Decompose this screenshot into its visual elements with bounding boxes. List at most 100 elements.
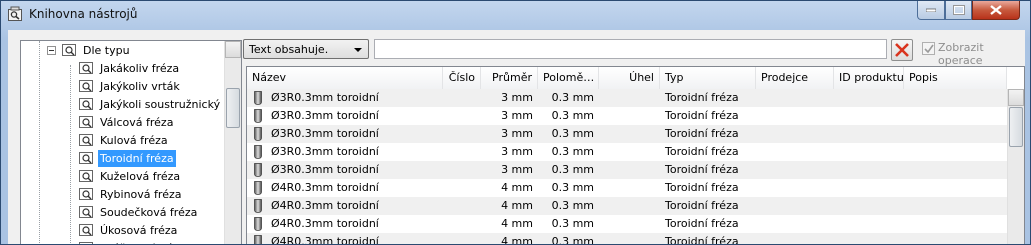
- cell-number: [443, 179, 481, 197]
- table-row[interactable]: Ø3R0.3mm toroidní 3 mm 0.3 mm Toroidní fréz…: [247, 143, 1007, 161]
- cell-diameter: 3 mm: [501, 91, 533, 104]
- column-header-angle[interactable]: Úhel: [599, 67, 660, 89]
- cell-product-id: [834, 143, 904, 161]
- column-header-diameter[interactable]: Průměr: [481, 67, 538, 89]
- filter-mode-dropdown[interactable]: Text obsahuje.: [243, 39, 369, 59]
- cell-radius: 0.3 mm: [551, 235, 594, 245]
- cell-type: Toroidní fréza: [665, 145, 739, 158]
- cell-radius: 0.3 mm: [551, 199, 594, 212]
- cell-diameter: 4 mm: [501, 235, 533, 245]
- cell-description: [904, 143, 1007, 161]
- tree-node-label: Jakýkoli soustružnický nás: [100, 98, 242, 111]
- tool-library-icon: [8, 6, 22, 21]
- cell-diameter: 4 mm: [501, 181, 533, 194]
- cell-diameter: 3 mm: [501, 163, 533, 176]
- scroll-up-button[interactable]: [225, 41, 241, 58]
- cell-description: [904, 107, 1007, 125]
- cell-angle: [599, 161, 660, 179]
- cell-name: Ø3R0.3mm toroidní: [271, 91, 379, 104]
- cell-vendor: [756, 233, 834, 244]
- cell-vendor: [756, 107, 834, 125]
- cell-radius: 0.3 mm: [551, 127, 594, 140]
- tree-guide-line: [39, 41, 40, 244]
- table-row[interactable]: Ø4R0.3mm toroidní 4 mm 0.3 mm Toroidní fréz…: [247, 233, 1007, 245]
- tree-node-label: Drážovací fréza: [98, 240, 188, 244]
- cell-radius: 0.3 mm: [551, 181, 594, 194]
- column-header-radius[interactable]: Polomě…: [538, 67, 599, 89]
- cell-vendor: [756, 197, 834, 215]
- tree-node-label: Dle typu: [83, 44, 130, 57]
- cell-type: Toroidní fréza: [665, 91, 739, 104]
- tree-node-label: Kulová fréza: [100, 134, 168, 147]
- cell-name: Ø3R0.3mm toroidní: [271, 163, 379, 176]
- table-row[interactable]: Ø3R0.3mm toroidní 3 mm 0.3 mm Toroidní fréz…: [247, 161, 1007, 179]
- cell-diameter: 3 mm: [501, 127, 533, 140]
- cell-number: [443, 143, 481, 161]
- column-header-vendor[interactable]: Prodejce: [756, 67, 834, 89]
- minimize-icon: [926, 8, 936, 12]
- cell-vendor: [756, 89, 834, 107]
- tree-scrollbar[interactable]: [224, 41, 241, 244]
- tree-node-label: Jakákoliv fréza: [100, 62, 180, 75]
- cell-description: [904, 161, 1007, 179]
- table-scrollbar[interactable]: [1007, 89, 1024, 244]
- cell-name: Ø3R0.3mm toroidní: [271, 109, 379, 122]
- column-header-name[interactable]: Název: [247, 67, 443, 89]
- cell-name: Ø3R0.3mm toroidní: [271, 127, 379, 140]
- collapse-toggle[interactable]: [47, 46, 56, 55]
- tool-search-icon: [79, 224, 93, 236]
- tree-node-label: Toroidní fréza: [98, 150, 176, 167]
- table-row[interactable]: Ø4R0.3mm toroidní 4 mm 0.3 mm Toroidní fréz…: [247, 215, 1007, 233]
- chevron-down-icon: [354, 48, 362, 52]
- clear-x-icon: [895, 43, 909, 57]
- clear-filter-button[interactable]: [891, 39, 913, 61]
- close-icon: [990, 5, 1002, 15]
- tool-search-icon: [62, 44, 76, 56]
- show-operations-label: Zobrazit operace: [938, 41, 984, 67]
- title-bar[interactable]: Knihovna nástrojů: [1, 1, 1030, 29]
- tree-node-label: Jakýkoliv vrták: [100, 80, 180, 93]
- scroll-thumb[interactable]: [226, 88, 240, 128]
- tool-search-icon: [79, 242, 93, 244]
- cell-number: [443, 161, 481, 179]
- cell-name: Ø4R0.3mm toroidní: [271, 235, 379, 245]
- cell-description: [904, 125, 1007, 143]
- tool-search-icon: [79, 188, 93, 200]
- column-header-number[interactable]: Číslo: [443, 67, 481, 89]
- scroll-thumb[interactable]: [1009, 107, 1023, 147]
- cell-radius: 0.3 mm: [551, 145, 594, 158]
- cell-product-id: [834, 215, 904, 233]
- table-row[interactable]: Ø3R0.3mm toroidní 3 mm 0.3 mm Toroidní fréz…: [247, 107, 1007, 125]
- show-operations-checkbox[interactable]: [922, 42, 935, 55]
- cell-vendor: [756, 215, 834, 233]
- column-header-description[interactable]: Popis: [904, 67, 1007, 89]
- cell-angle: [599, 197, 660, 215]
- table-row[interactable]: Ø3R0.3mm toroidní 3 mm 0.3 mm Toroidní fréz…: [247, 89, 1007, 107]
- table-row[interactable]: Ø4R0.3mm toroidní 4 mm 0.3 mm Toroidní fréz…: [247, 179, 1007, 197]
- tree-node-label: Rybinová fréza: [100, 188, 182, 201]
- tool-search-icon: [79, 98, 93, 110]
- cell-angle: [599, 107, 660, 125]
- maximize-button[interactable]: [945, 1, 972, 20]
- tree-guide-line: [70, 65, 71, 244]
- scroll-up-button[interactable]: [1008, 89, 1024, 106]
- client-area: Dle typu Jakákoliv fréza Jakýkoliv vrták J…: [8, 30, 1025, 245]
- tool-search-icon: [79, 152, 93, 164]
- column-header-product-id[interactable]: ID produktu: [834, 67, 904, 89]
- minimize-button[interactable]: [917, 1, 945, 20]
- cell-type: Toroidní fréza: [665, 163, 739, 176]
- column-header-type[interactable]: Typ: [660, 67, 756, 89]
- cell-type: Toroidní fréza: [665, 199, 739, 212]
- search-input[interactable]: [374, 39, 887, 59]
- tool-search-icon: [79, 134, 93, 146]
- cell-product-id: [834, 125, 904, 143]
- cell-product-id: [834, 197, 904, 215]
- cell-product-id: [834, 233, 904, 244]
- cell-diameter: 4 mm: [501, 199, 533, 212]
- close-button[interactable]: [972, 1, 1020, 20]
- cell-angle: [599, 89, 660, 107]
- cell-type: Toroidní fréza: [665, 217, 739, 230]
- table-row[interactable]: Ø4R0.3mm toroidní 4 mm 0.3 mm Toroidní fréz…: [247, 197, 1007, 215]
- maximize-icon: [952, 5, 965, 15]
- table-row[interactable]: Ø3R0.3mm toroidní 3 mm 0.3 mm Toroidní fréz…: [247, 125, 1007, 143]
